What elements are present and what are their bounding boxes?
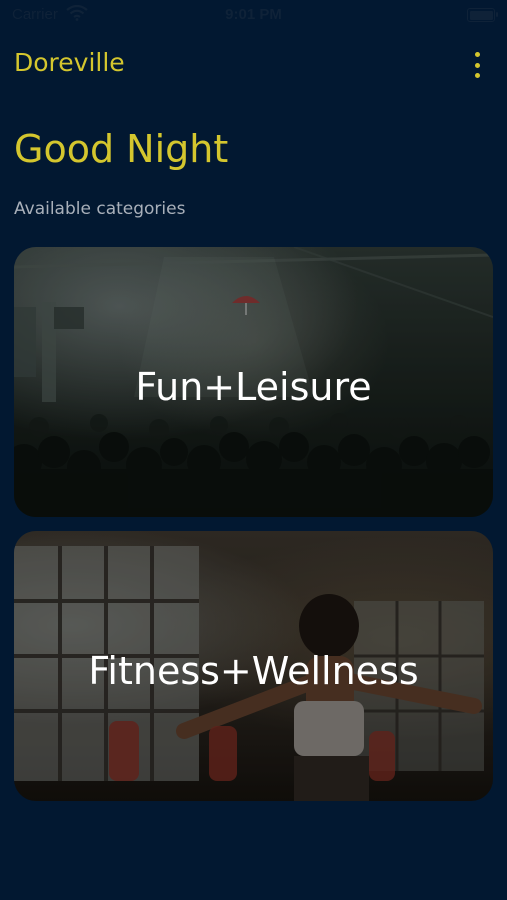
more-vertical-icon (474, 52, 480, 57)
category-card-fitness-wellness[interactable]: Fitness+Wellness (14, 531, 493, 801)
category-label: Fun+Leisure (135, 365, 372, 409)
greeting-heading: Good Night (14, 127, 229, 171)
category-card-fun-leisure[interactable]: Fun+Leisure (14, 247, 493, 517)
section-subtitle: Available categories (14, 199, 186, 219)
status-time: 9:01 PM (225, 6, 282, 23)
status-bar: Carrier 9:01 PM (0, 0, 507, 30)
more-options-button[interactable] (466, 52, 488, 78)
battery-icon (467, 8, 498, 22)
app-title: Doreville (14, 48, 125, 77)
category-label: Fitness+Wellness (88, 649, 419, 693)
